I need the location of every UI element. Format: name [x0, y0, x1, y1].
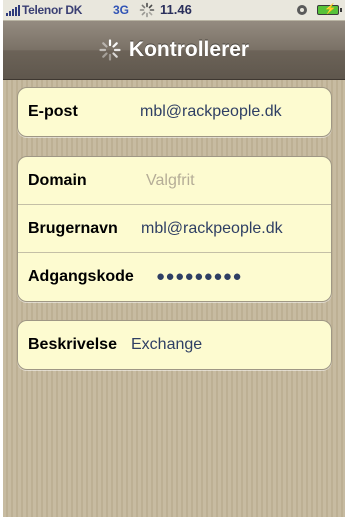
description-row[interactable]: Beskrivelse Exchange	[18, 321, 331, 369]
description-group: Beskrivelse Exchange	[17, 320, 332, 370]
email-field[interactable]: mbl@rackpeople.dk	[140, 88, 282, 136]
domain-label: Domain	[28, 172, 87, 189]
battery-charging-icon: ⚡	[317, 4, 342, 15]
description-label: Beskrivelse	[28, 336, 117, 353]
email-group: E-post mbl@rackpeople.dk	[17, 87, 332, 137]
domain-row[interactable]: Domain Valgfrit	[18, 157, 331, 205]
page-title: Kontrollerer	[128, 38, 250, 61]
network-activity-icon	[139, 2, 155, 18]
nav-title-container: Kontrollerer	[3, 21, 345, 79]
username-label: Brugernavn	[28, 220, 118, 237]
password-label: Adgangskode	[28, 268, 134, 285]
spinner-icon	[99, 39, 121, 61]
navigation-bar: Kontrollerer	[3, 21, 345, 80]
username-field[interactable]: mbl@rackpeople.dk	[141, 205, 283, 253]
domain-field[interactable]: Valgfrit	[146, 157, 195, 205]
lock-rotation-icon	[297, 5, 307, 15]
network-type: 3G	[113, 3, 130, 17]
email-label: E-post	[28, 103, 78, 120]
status-bar: Telenor DK 3G 11.46 ⚡	[3, 0, 345, 21]
username-row[interactable]: Brugernavn mbl@rackpeople.dk	[18, 205, 331, 253]
signal-strength-icon	[6, 5, 20, 16]
clock-time: 11.46	[160, 2, 192, 17]
iphone-screen: Telenor DK 3G 11.46 ⚡ Kontrollerer E-pos…	[3, 0, 345, 517]
email-row[interactable]: E-post mbl@rackpeople.dk	[18, 88, 331, 136]
account-group: Domain Valgfrit Brugernavn mbl@rackpeopl…	[17, 156, 332, 302]
settings-content: E-post mbl@rackpeople.dk Domain Valgfrit…	[3, 80, 345, 517]
carrier-name: Telenor DK	[22, 3, 83, 17]
password-row[interactable]: Adgangskode ●●●●●●●●●	[18, 253, 331, 301]
description-field[interactable]: Exchange	[131, 321, 202, 369]
password-field[interactable]: ●●●●●●●●●	[156, 253, 242, 301]
